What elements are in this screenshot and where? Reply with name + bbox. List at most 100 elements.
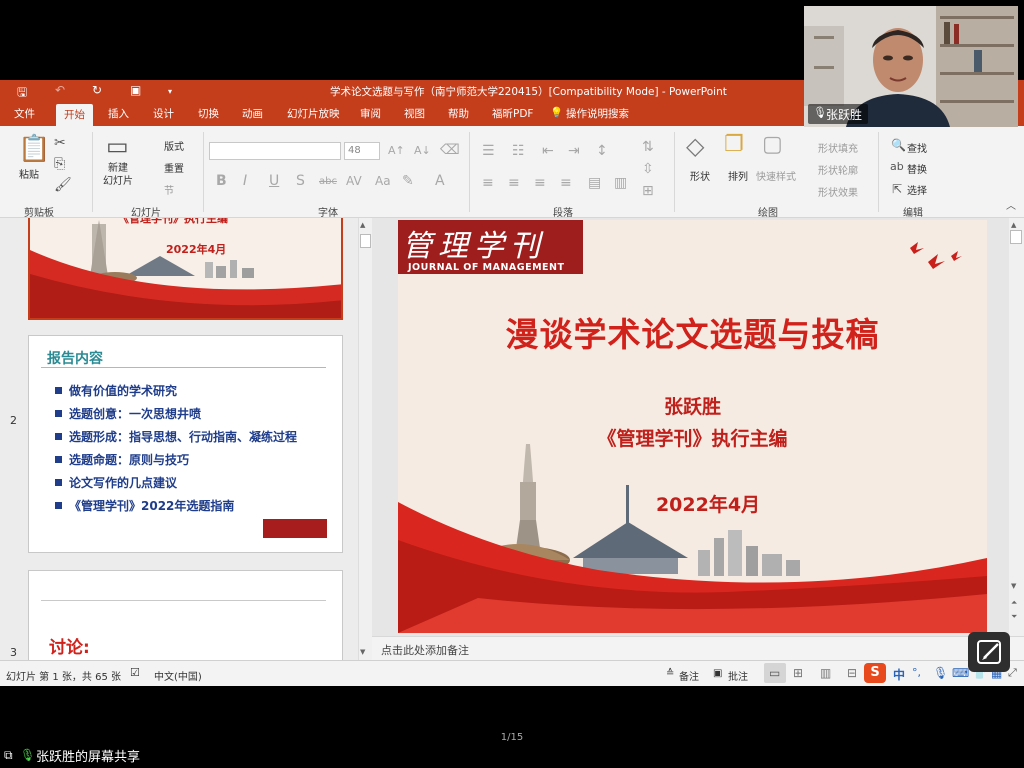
align-center-icon[interactable]: ≡ [508,176,520,190]
shadow-button[interactable]: S [296,174,305,188]
highlight-icon[interactable]: ✎ [402,174,414,188]
notes-placeholder[interactable]: 点击此处添加备注 [381,642,469,658]
numbering-icon[interactable]: ☷ [512,144,525,158]
reset-button[interactable]: 重置 [164,160,184,175]
thumbnail-slide-3[interactable]: 讨论: [28,570,343,660]
tell-me-search[interactable]: 操作说明搜索 [566,106,629,121]
save-icon[interactable]: 🖫 [17,83,27,104]
shrink-font-icon[interactable]: A↓ [414,144,431,158]
tab-slideshow[interactable]: 幻灯片放映 [287,106,340,121]
copy-icon[interactable]: ⎘ [54,157,65,171]
shapes-icon[interactable]: ◇ [686,134,704,158]
language-status[interactable]: 中文(中国) [154,668,202,683]
shape-effects-button[interactable]: 形状效果 [818,184,858,199]
new-slide-icon[interactable]: ▭ [106,134,129,158]
tab-help[interactable]: 帮助 [448,106,469,121]
line-spacing-icon[interactable]: ↕ [596,144,608,158]
sogou-ime-icon[interactable]: S [864,663,886,683]
quick-styles-icon[interactable]: ▢ [762,134,783,156]
ime-keyboard-icon[interactable]: ⌨ [952,666,969,680]
replace-button[interactable]: 替换 [907,161,927,176]
align-right-icon[interactable]: ≡ [534,176,546,190]
notes-toggle-button[interactable]: 备注 [679,668,699,683]
ime-voice-icon[interactable]: 🎙 [933,666,948,680]
scroll-down-icon[interactable]: ▼ [360,648,365,656]
previous-slide-icon[interactable]: ⏶ [1011,598,1017,608]
shape-fill-button[interactable]: 形状填充 [818,140,858,155]
scroll-thumb[interactable] [1010,230,1022,244]
arrange-button[interactable]: 排列 [728,168,748,183]
bullets-icon[interactable]: ☰ [482,144,495,158]
strikethrough-button[interactable]: abc [319,175,337,189]
thumbnail-slide-1[interactable]: 《管理学刊》执行主编 2022年4月 [28,218,343,320]
tab-transitions[interactable]: 切换 [198,106,219,121]
columns-icon[interactable]: ▥ [614,176,627,190]
tab-design[interactable]: 设计 [153,106,174,121]
scroll-up-icon[interactable]: ▲ [1011,221,1016,229]
arrange-icon[interactable]: ❐ [724,134,744,156]
tab-review[interactable]: 审阅 [360,106,381,121]
select-button[interactable]: 选择 [907,182,927,197]
next-slide-icon[interactable]: ⏷ [1011,612,1017,622]
current-slide[interactable]: 管理学刊 JOURNAL OF MANAGEMENT 漫谈学术论文选题与投稿 张… [398,220,987,633]
notes-pane[interactable]: 点击此处添加备注 [372,636,1024,660]
undo-icon[interactable]: ↶ [55,83,65,97]
align-text-icon[interactable]: ⇳ [642,162,654,176]
tab-view[interactable]: 视图 [404,106,425,121]
tab-insert[interactable]: 插入 [108,106,129,121]
paste-icon[interactable]: 📋 [18,136,50,162]
increase-indent-icon[interactable]: ⇥ [568,144,580,158]
start-slideshow-icon[interactable]: ▣ [130,83,141,97]
font-name-input[interactable] [209,142,341,160]
notes-toggle-icon[interactable]: ≙ [666,668,674,679]
slide-sorter-icon[interactable]: ⊞ [793,666,803,680]
customize-qat-icon[interactable]: ▾ [168,87,172,96]
align-left-icon[interactable]: ≡ [482,176,494,190]
format-painter-icon[interactable]: 🖌 [54,178,72,192]
font-color-button[interactable]: A [435,174,445,188]
bold-button[interactable]: B [216,174,227,188]
tab-animations[interactable]: 动画 [242,106,263,121]
tab-foxit-pdf[interactable]: 福昕PDF [492,106,533,121]
thumbnails-scrollbar[interactable]: ▲ ▼ [358,218,372,660]
new-slide-button[interactable]: 新建 幻灯片 [103,162,133,188]
ime-punctuation-mode[interactable]: °, [912,666,921,679]
slideshow-view-icon[interactable]: ⊟ [847,666,857,680]
shape-outline-button[interactable]: 形状轮廓 [818,162,858,177]
distribute-icon[interactable]: ▤ [588,176,601,190]
reading-view-icon[interactable]: ▥ [820,666,831,680]
replace-icon[interactable]: ab [890,160,904,174]
collapse-ribbon-icon[interactable]: ︿ [1006,200,1016,214]
scroll-up-icon[interactable]: ▲ [360,221,365,229]
grow-font-icon[interactable]: A↑ [388,144,405,158]
smartart-icon[interactable]: ⊞ [642,184,654,198]
clear-format-icon[interactable]: ⌫ [440,143,460,157]
annotate-button[interactable] [968,632,1010,672]
underline-button[interactable]: U [269,174,279,188]
font-size-input[interactable]: 48 [344,142,380,160]
layout-button[interactable]: 版式 [164,138,184,153]
thumbnail-slide-2[interactable]: 报告内容 做有价值的学术研究 选题创意：一次思想井喷 选题形成：指导思想、行动指… [28,335,343,553]
shapes-button[interactable]: 形状 [690,168,710,183]
justify-icon[interactable]: ≡ [560,176,572,190]
spellcheck-icon[interactable]: ☑ [130,666,140,679]
italic-button[interactable]: I [243,174,247,188]
ime-chinese-mode[interactable]: 中 [893,666,905,683]
section-button[interactable]: 节 [164,182,174,197]
decrease-indent-icon[interactable]: ⇤ [542,144,554,158]
comments-icon[interactable]: ▣ [713,668,722,679]
change-case-button[interactable]: Aa [375,174,391,188]
tab-home[interactable]: 开始 [56,104,93,126]
cut-icon[interactable]: ✂ [54,136,66,150]
redo-icon[interactable]: ↻ [92,83,102,97]
quick-styles-button[interactable]: 快速样式 [756,168,796,183]
slide-scrollbar[interactable]: ▲ ▼ ⏶ ⏷ [1009,218,1024,636]
tab-file[interactable]: 文件 [14,106,35,121]
select-icon[interactable]: ⇱ [892,182,902,196]
scroll-thumb[interactable] [360,234,371,248]
find-button[interactable]: 查找 [907,140,927,155]
find-icon[interactable]: 🔍 [891,138,906,152]
scroll-down-icon[interactable]: ▼ [1011,582,1016,590]
paste-button[interactable]: 粘贴 [19,166,39,181]
comments-button[interactable]: 批注 [728,668,748,683]
